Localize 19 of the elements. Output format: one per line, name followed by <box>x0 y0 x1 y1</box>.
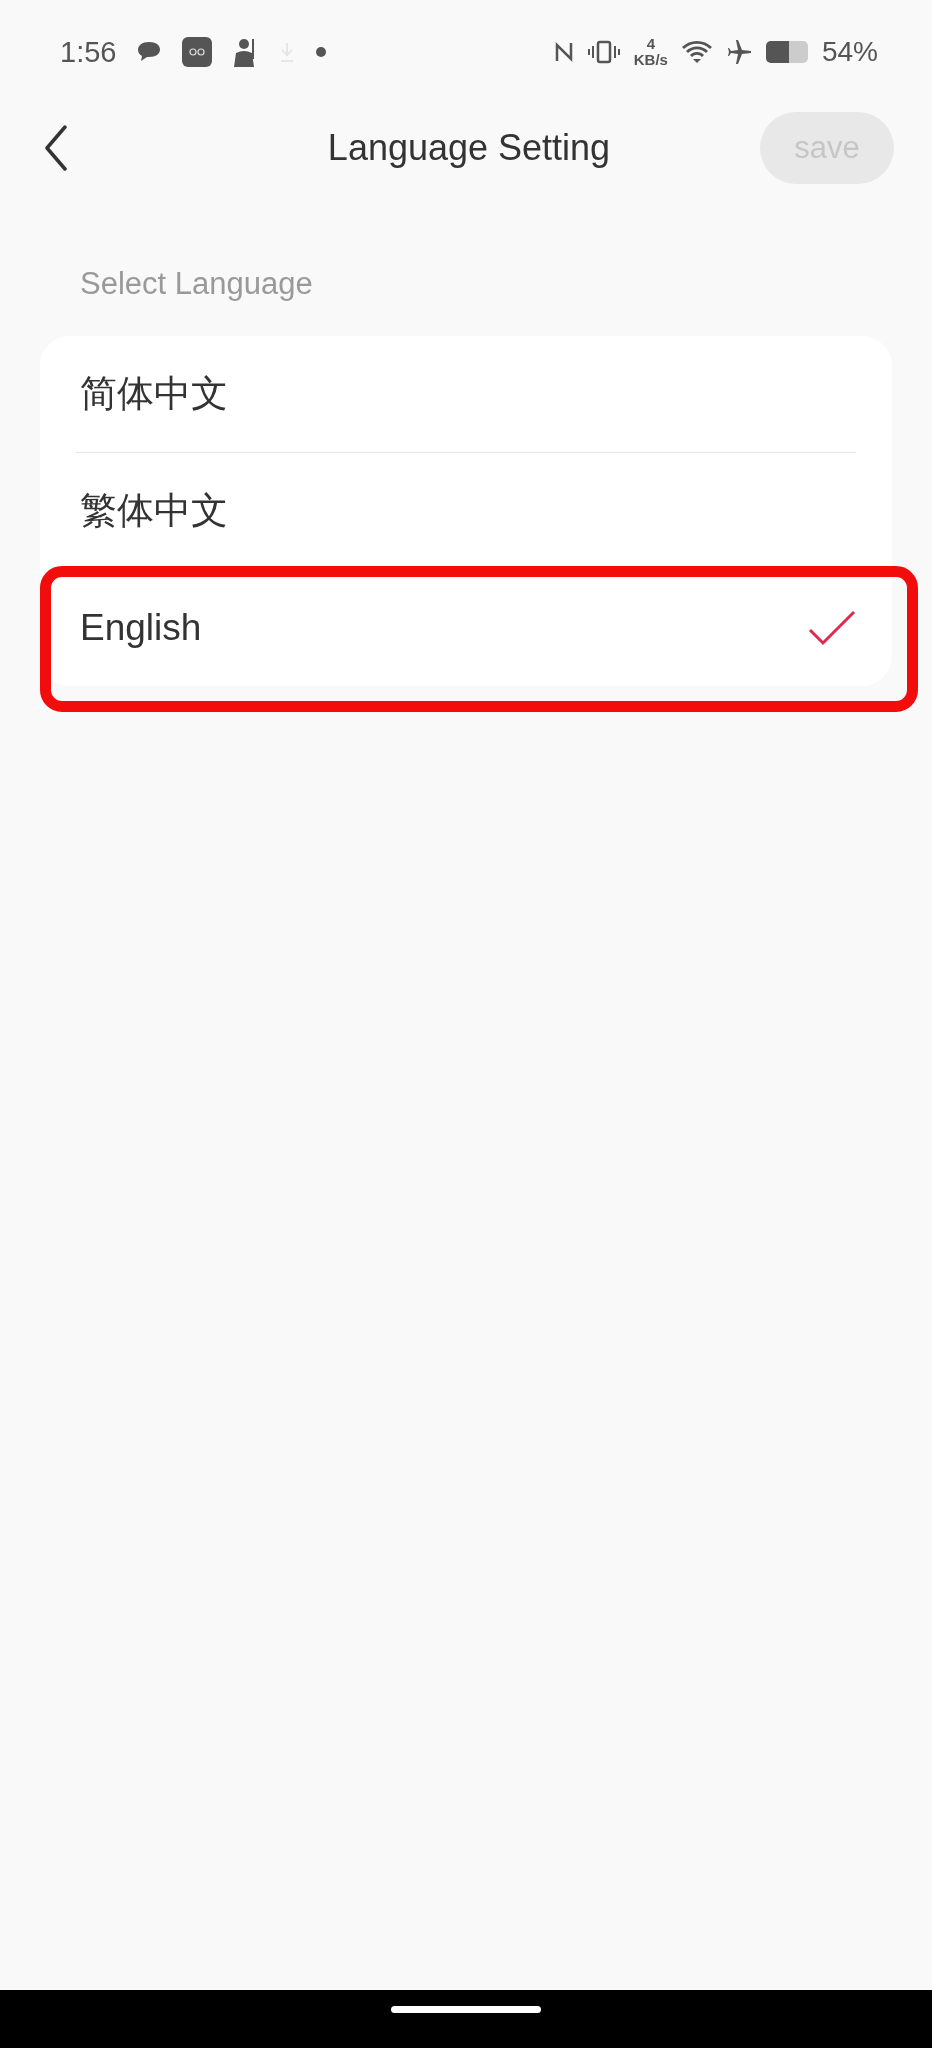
chat-bubble-icon <box>136 40 163 64</box>
net-speed-unit: KB/s <box>633 52 668 68</box>
net-speed-value: 4 <box>646 36 656 52</box>
language-label: English <box>80 607 202 649</box>
language-option[interactable]: 简体中文 <box>40 336 856 452</box>
section-label: Select Language <box>80 266 314 302</box>
language-option[interactable]: 繁体中文 <box>40 453 856 569</box>
page-title: Language Setting <box>327 127 611 169</box>
language-label: 简体中文 <box>80 372 228 416</box>
app-icon <box>182 37 213 67</box>
vibrate-icon <box>587 40 620 64</box>
language-label: 繁体中文 <box>80 489 228 533</box>
language-option[interactable]: English <box>40 570 856 686</box>
airplane-icon <box>725 39 752 65</box>
wifi-icon <box>681 40 712 64</box>
dot-icon <box>316 47 327 57</box>
status-time: 1:56 <box>60 35 117 69</box>
battery-icon <box>765 41 808 63</box>
battery-percent: 54% <box>821 36 878 68</box>
